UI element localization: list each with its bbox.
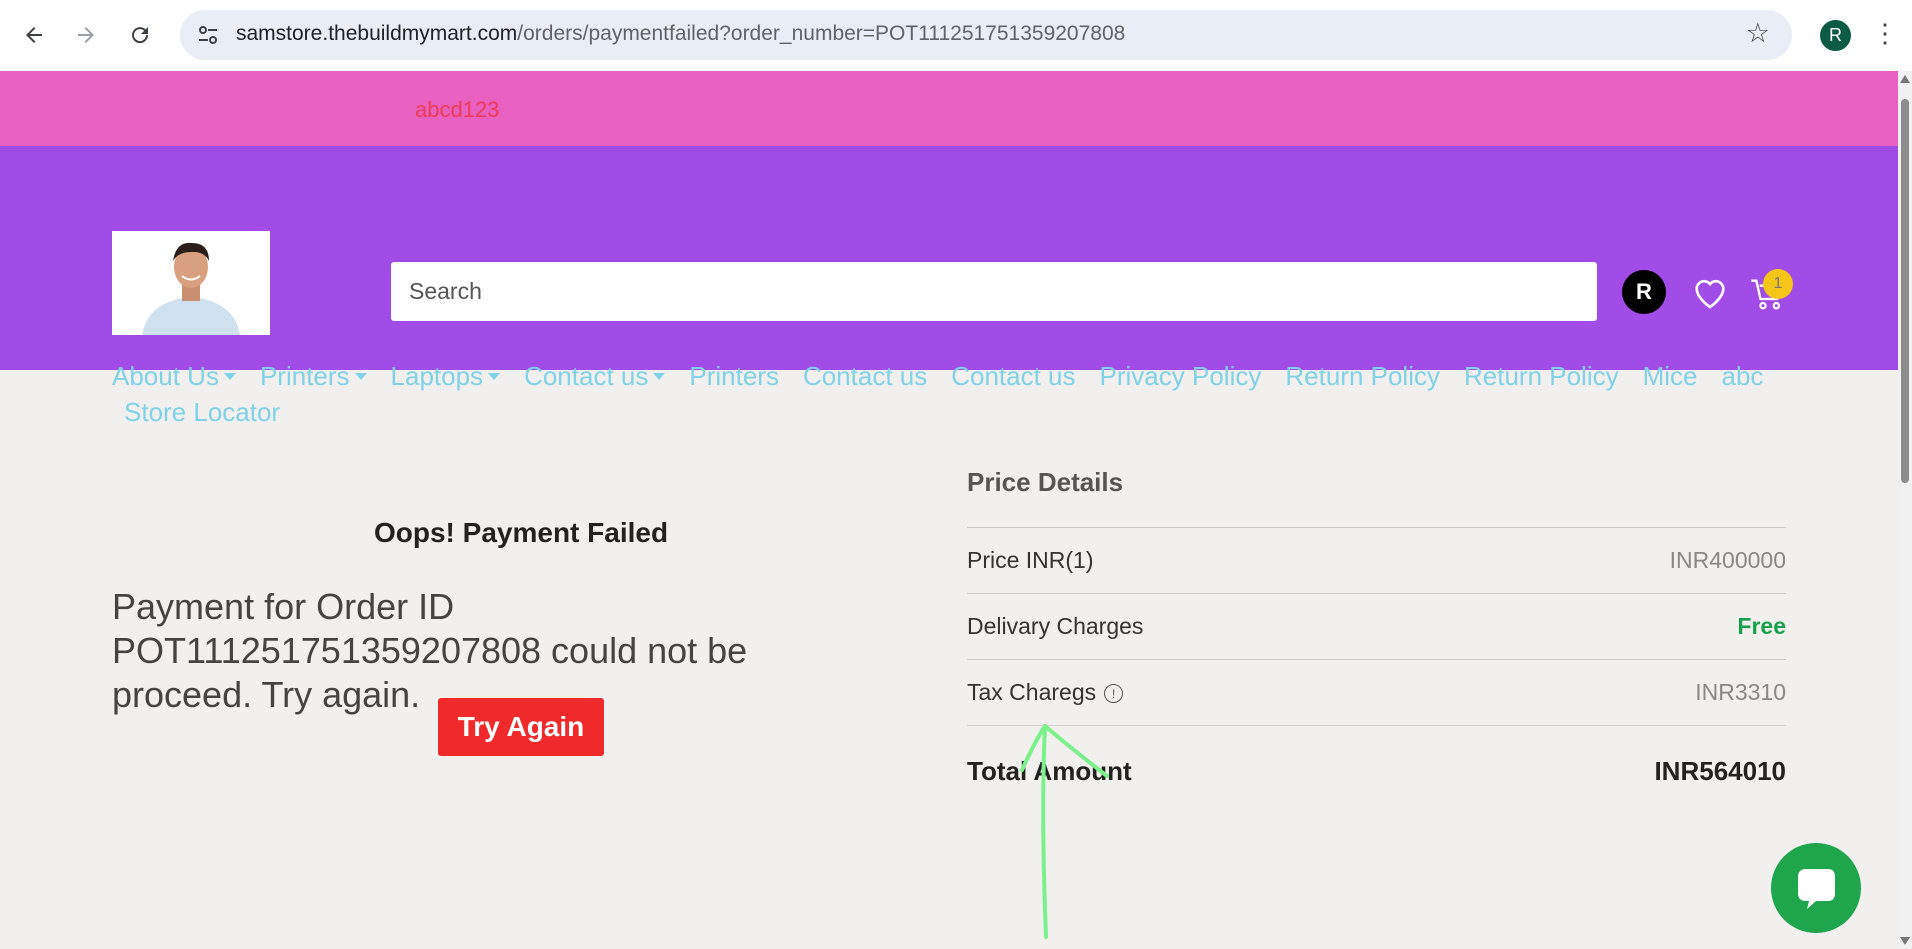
menu-item[interactable]: Mice [1643, 358, 1698, 394]
price-row-value: INR400000 [1669, 547, 1786, 573]
announcement-bar: abcd123 [0, 71, 1898, 146]
browser-profile-avatar[interactable]: R [1820, 20, 1851, 51]
menu-item-label: Mice [1642, 361, 1698, 391]
tax-row: Tax Charegs! INR3310 [967, 660, 1786, 726]
page-scrollbar[interactable] [1898, 71, 1912, 949]
menu-item-label: Return Policy [1463, 361, 1619, 391]
menu-item[interactable]: Contact us [524, 358, 666, 394]
menu-item[interactable]: Laptops [391, 358, 501, 394]
menu-item-label: Printers [689, 361, 779, 391]
payment-failed-title: Oops! Payment Failed [374, 517, 669, 548]
caret-down-icon [223, 372, 236, 380]
main-menu: About Us Printers Laptops Contact us Printer… [112, 358, 1812, 430]
heart-icon[interactable] [1690, 272, 1730, 312]
forward-arrow-icon[interactable] [68, 17, 104, 53]
chat-bubble-icon [1798, 869, 1835, 909]
menu-row-primary: About Us Printers Laptops Contact us Printer… [112, 358, 1812, 394]
total-row: Total Amount INR564010 [967, 726, 1786, 816]
browser-toolbar: samstore.thebuildmymart.com/orders/payme… [0, 0, 1912, 72]
tax-row-value: INR3310 [1695, 679, 1786, 705]
url-path: /orders/paymentfailed?order_number=POT11… [517, 22, 1126, 45]
menu-row-secondary: Store Locator [112, 394, 1812, 430]
menu-item[interactable]: Privacy Policy [1100, 358, 1262, 394]
url-host: samstore.thebuildmymart.com [236, 22, 518, 45]
chat-widget-button[interactable] [1771, 843, 1861, 933]
kebab-menu-icon[interactable]: ⋮ [1872, 18, 1898, 49]
back-arrow-icon[interactable] [16, 17, 52, 53]
total-value: INR564010 [1654, 755, 1786, 786]
search-input[interactable] [391, 262, 1597, 321]
site-header: R 1 About Us Printers Laptops Contact us Pri… [0, 146, 1898, 427]
menu-item[interactable]: Printers [260, 358, 367, 394]
caret-down-icon [488, 372, 501, 380]
caret-down-icon [354, 372, 367, 380]
menu-item-label: Privacy Policy [1099, 361, 1262, 391]
announcement-text: abcd123 [415, 97, 500, 122]
menu-item[interactable]: Return Policy [1285, 358, 1440, 394]
menu-item[interactable]: Contact us [951, 358, 1075, 394]
menu-item[interactable]: Contact us [803, 358, 927, 394]
price-details-panel: Price Details Price INR(1) INR400000 Del… [967, 467, 1786, 816]
tax-row-label-wrap: Tax Charegs! [967, 679, 1124, 706]
menu-item-label: Printers [259, 361, 350, 391]
tax-row-label: Tax Charegs [967, 679, 1097, 705]
star-icon[interactable]: ☆ [1746, 18, 1770, 49]
delivery-row-value: Free [1737, 613, 1786, 639]
delivery-row-label: Delivary Charges [967, 613, 1144, 639]
menu-item-label: Contact us [951, 361, 1076, 391]
url-text: samstore.thebuildmymart.com/orders/payme… [236, 22, 1125, 46]
user-avatar[interactable]: R [1622, 270, 1666, 314]
reload-icon[interactable] [122, 17, 158, 53]
menu-item[interactable]: Return Policy [1464, 358, 1619, 394]
price-details-title: Price Details [967, 467, 1786, 528]
site-settings-icon[interactable] [196, 23, 220, 47]
scroll-up-arrow-icon[interactable] [1900, 75, 1910, 83]
menu-item-label: Contact us [524, 361, 649, 391]
total-label: Total Amount [967, 755, 1132, 786]
caret-down-icon [653, 372, 666, 380]
scroll-thumb[interactable] [1901, 99, 1909, 483]
info-icon[interactable]: ! [1104, 684, 1124, 704]
menu-item[interactable]: Store Locator [124, 394, 280, 430]
menu-item-label: About Us [112, 361, 219, 391]
menu-item[interactable]: Printers [689, 358, 779, 394]
page-viewport: abcd123 R 1 About Us Printers Laptops Conta… [0, 71, 1898, 949]
menu-item-label: Contact us [802, 361, 928, 391]
price-row-label: Price INR(1) [967, 547, 1094, 573]
delivery-row: Delivary Charges Free [967, 594, 1786, 660]
cart-count-badge: 1 [1763, 269, 1793, 299]
menu-item-label: abc [1721, 361, 1764, 391]
menu-item-label: Store Locator [124, 397, 281, 427]
menu-item[interactable]: About Us [112, 358, 236, 394]
price-row: Price INR(1) INR400000 [967, 528, 1786, 594]
menu-item[interactable]: abc [1722, 358, 1764, 394]
store-logo[interactable] [112, 231, 270, 335]
scroll-down-arrow-icon[interactable] [1900, 937, 1910, 945]
menu-item-label: Laptops [390, 361, 484, 391]
try-again-button[interactable]: Try Again [438, 698, 604, 756]
address-bar[interactable]: samstore.thebuildmymart.com/orders/payme… [180, 10, 1792, 60]
menu-item-label: Return Policy [1285, 361, 1440, 391]
